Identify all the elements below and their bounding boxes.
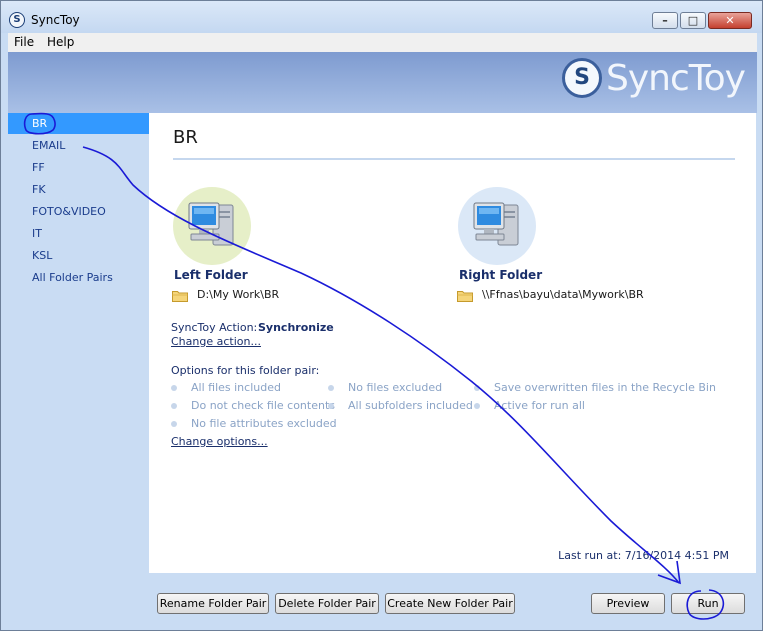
options-title: Options for this folder pair: — [171, 364, 320, 377]
bullet-icon — [171, 385, 177, 391]
bullet-icon — [328, 403, 334, 409]
sidebar-item-email[interactable]: EMAIL — [8, 135, 149, 156]
window-title: SyncToy — [31, 13, 80, 27]
change-action-link[interactable]: Change action... — [171, 335, 261, 348]
synctoy-logo-icon: S — [562, 58, 602, 98]
header-banner: S SyncToy — [8, 52, 757, 113]
synctoy-app-icon: S — [9, 12, 25, 28]
rename-folder-pair-button[interactable]: Rename Folder Pair — [157, 593, 269, 614]
sidebar-item-label: All Folder Pairs — [32, 271, 113, 284]
title-bar[interactable]: S SyncToy – □ ✕ — [1, 1, 762, 33]
sidebar-item-all-folder-pairs[interactable]: All Folder Pairs — [8, 267, 149, 288]
sidebar-item-br[interactable]: BR — [8, 113, 149, 134]
right-folder-icon — [457, 291, 473, 302]
option-text: No file attributes excluded — [191, 417, 337, 430]
sidebar-item-label: KSL — [32, 249, 53, 262]
menu-bar: File Help — [8, 33, 757, 52]
right-folder-path: \\Ffnas\bayu\data\Mywork\BR — [482, 288, 644, 301]
bottom-button-bar: Rename Folder Pair Delete Folder Pair Cr… — [149, 573, 756, 630]
sidebar-item-label: EMAIL — [32, 139, 66, 152]
bullet-icon — [474, 385, 480, 391]
option-text: Save overwritten files in the Recycle Bi… — [494, 381, 716, 394]
action-value: Synchronize — [258, 321, 334, 334]
option-text: Active for run all — [494, 399, 585, 412]
last-run-status: Last run at: 7/16/2014 4:51 PM — [558, 549, 729, 562]
maximize-icon: □ — [687, 14, 699, 27]
change-options-link[interactable]: Change options... — [171, 435, 268, 448]
menu-file[interactable]: File — [14, 35, 34, 49]
close-icon: ✕ — [725, 14, 735, 27]
right-computer-icon — [458, 187, 536, 265]
option-text: All subfolders included — [348, 399, 473, 412]
delete-folder-pair-button[interactable]: Delete Folder Pair — [275, 593, 379, 614]
option-text: Do not check file contents — [191, 399, 336, 412]
right-folder-label: Right Folder — [459, 268, 543, 282]
minimize-icon: – — [662, 14, 668, 27]
folder-pair-details: BR Left Folder D:\My Work\BR Right Folde… — [149, 113, 756, 573]
run-button[interactable]: Run — [671, 593, 745, 614]
option-text: No files excluded — [348, 381, 443, 394]
sidebar-item-it[interactable]: IT — [8, 223, 149, 244]
bullet-icon — [171, 421, 177, 427]
sidebar-item-ff[interactable]: FF — [8, 157, 149, 178]
bullet-icon — [328, 385, 334, 391]
minimize-button[interactable]: – — [652, 12, 678, 29]
sidebar-item-label: FK — [32, 183, 46, 196]
bullet-icon — [171, 403, 177, 409]
bullet-icon — [474, 403, 480, 409]
sidebar-item-label: BR — [32, 117, 48, 130]
title-divider — [173, 158, 735, 160]
left-folder-label: Left Folder — [174, 268, 248, 282]
window-controls: – □ ✕ — [650, 12, 752, 29]
menu-help[interactable]: Help — [47, 35, 74, 49]
sidebar-item-foto-video[interactable]: FOTO&VIDEO — [8, 201, 149, 222]
synctoy-logo-text: SyncToy — [606, 58, 746, 99]
sidebar-item-label: FF — [32, 161, 45, 174]
create-new-folder-pair-button[interactable]: Create New Folder Pair — [385, 593, 515, 614]
left-folder-path: D:\My Work\BR — [197, 288, 280, 301]
sidebar-item-ksl[interactable]: KSL — [8, 245, 149, 266]
preview-button[interactable]: Preview — [591, 593, 665, 614]
folder-pair-list: BR EMAIL FF FK FOTO&VIDEO IT KSL All Fol… — [8, 113, 149, 590]
sidebar-item-fk[interactable]: FK — [8, 179, 149, 200]
maximize-button[interactable]: □ — [680, 12, 706, 29]
sidebar-item-label: FOTO&VIDEO — [32, 205, 106, 218]
pair-title: BR — [173, 127, 198, 148]
action-label: SyncToy Action: — [171, 321, 258, 334]
left-folder-icon — [172, 291, 188, 302]
option-text: All files included — [191, 381, 281, 394]
sidebar-item-label: IT — [32, 227, 42, 240]
left-computer-icon — [173, 187, 251, 265]
synctoy-window: S SyncToy – □ ✕ File Help S SyncToy BR E… — [0, 0, 763, 631]
close-button[interactable]: ✕ — [708, 12, 752, 29]
